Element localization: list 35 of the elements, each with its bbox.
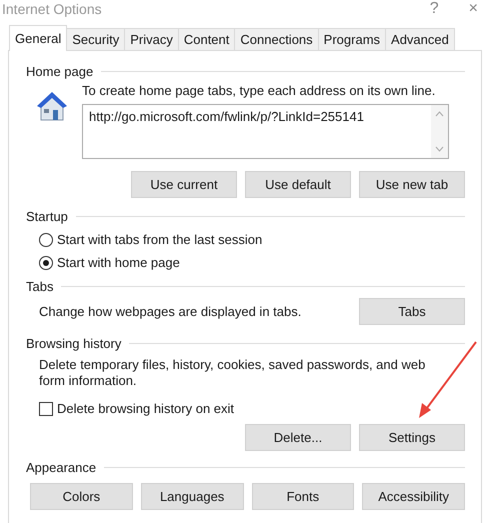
tab[interactable]: Security — [66, 28, 126, 50]
checkbox[interactable] — [39, 402, 53, 416]
window-title: Internet Options — [2, 2, 102, 16]
push-button[interactable]: Use current — [131, 171, 237, 198]
checkbox-label: Delete browsing history on exit — [57, 401, 234, 416]
tab[interactable]: Advanced — [385, 28, 455, 50]
tab[interactable]: Connections — [234, 28, 319, 50]
push-button[interactable]: Fonts — [252, 483, 354, 510]
title-bar-button[interactable]: ? — [430, 1, 439, 17]
section-heading: Startup — [26, 208, 68, 224]
push-button[interactable]: Use default — [245, 171, 351, 198]
section-heading: Tabs — [26, 278, 54, 294]
radio-button[interactable] — [39, 256, 53, 270]
push-button[interactable]: Colors — [30, 483, 133, 510]
radio-label: Start with tabs from the last session — [57, 232, 262, 247]
house-icon — [36, 89, 68, 123]
section-heading: Appearance — [26, 460, 96, 474]
radio-button[interactable] — [39, 232, 53, 246]
tab[interactable]: General — [9, 25, 68, 51]
title-bar-button[interactable]: × — [468, 1, 478, 17]
description-text: Delete temporary files, history, cookies, saved passwords, and web form information. — [38, 357, 426, 389]
tab[interactable]: Privacy — [124, 28, 179, 50]
radio-label: Start with home page — [57, 255, 180, 270]
push-button[interactable]: Languages — [140, 483, 244, 510]
instruction-text: To create home page tabs, type each address on its own line. — [82, 83, 436, 98]
push-button[interactable]: Delete... — [245, 424, 351, 451]
tab[interactable]: Programs — [318, 28, 386, 50]
section-heading: Home page — [26, 64, 94, 78]
push-button[interactable]: Settings — [359, 424, 465, 451]
push-button[interactable]: Accessibility — [362, 483, 465, 510]
tab[interactable]: Content — [178, 28, 236, 50]
description-text: Change how webpages are displayed in tabs. — [39, 304, 302, 319]
push-button[interactable]: Tabs — [359, 298, 465, 325]
section-heading: Browsing history — [26, 336, 122, 350]
push-button[interactable]: Use new tab — [359, 171, 465, 198]
